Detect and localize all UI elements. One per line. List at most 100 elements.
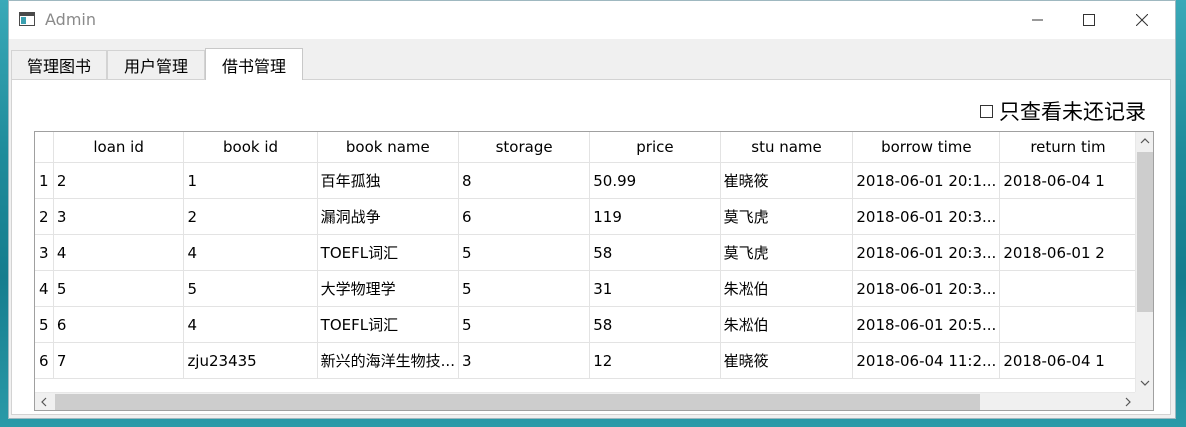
table-cell[interactable]: 朱凇伯 <box>720 306 854 343</box>
tab-label: 借书管理 <box>221 56 286 76</box>
table-cell[interactable]: 4 <box>183 306 318 343</box>
table-header-row: loan id book id book name storage price … <box>35 132 1137 163</box>
chevron-down-icon <box>1140 380 1150 386</box>
table-cell[interactable]: 4 <box>53 234 185 271</box>
checkbox-box[interactable] <box>980 104 993 118</box>
table-viewport: loan id book id book name storage price … <box>35 132 1137 392</box>
table-cell[interactable]: zju23435 <box>183 342 318 379</box>
vertical-scroll-thumb[interactable] <box>1137 152 1153 312</box>
table-cell[interactable]: 5 <box>458 306 591 343</box>
table-row[interactable]: 3 4 4 TOEFL词汇 5 58 莫飞虎 2018-06-01 20:3..… <box>35 234 1137 271</box>
table-cell[interactable]: 朱凇伯 <box>720 270 854 307</box>
table-cell[interactable]: 5 <box>458 234 591 271</box>
table-cell[interactable]: 58 <box>589 234 721 271</box>
row-header[interactable]: 5 <box>35 306 54 343</box>
column-header[interactable]: book name <box>317 132 459 163</box>
tab-loan-management[interactable]: 借书管理 <box>205 48 303 80</box>
table-cell[interactable] <box>999 198 1137 235</box>
table-cell[interactable]: 7 <box>53 342 185 379</box>
chevron-up-icon <box>1140 138 1150 144</box>
table-cell[interactable]: 2018-06-01 20:3... <box>852 198 1001 235</box>
table-cell[interactable]: TOEFL词汇 <box>317 234 459 271</box>
title-bar[interactable]: Admin <box>9 1 1175 39</box>
table-cell[interactable]: 2 <box>183 198 318 235</box>
table-cell[interactable]: TOEFL词汇 <box>317 306 459 343</box>
table-cell[interactable]: 50.99 <box>589 162 721 199</box>
vertical-scrollbar[interactable] <box>1135 132 1153 392</box>
table-cell[interactable]: 2 <box>53 162 185 199</box>
table-cell[interactable]: 莫飞虎 <box>720 234 854 271</box>
row-header[interactable]: 1 <box>35 162 54 199</box>
row-header[interactable]: 3 <box>35 234 54 271</box>
horizontal-scroll-thumb[interactable] <box>55 394 980 410</box>
close-button[interactable] <box>1119 1 1165 39</box>
row-header[interactable]: 4 <box>35 270 54 307</box>
scroll-up-button[interactable] <box>1136 132 1153 150</box>
table-cell[interactable]: 5 <box>53 270 185 307</box>
table-cell[interactable]: 119 <box>589 198 721 235</box>
table-cell[interactable]: 6 <box>458 198 591 235</box>
admin-window: Admin 管理图书 用户管理 借书管理 只查看未还记录 loan id boo… <box>8 0 1176 419</box>
row-header[interactable]: 2 <box>35 198 54 235</box>
table-cell[interactable]: 2018-06-01 20:5... <box>852 306 1001 343</box>
table-cell[interactable] <box>999 306 1137 343</box>
tab-manage-books[interactable]: 管理图书 <box>11 50 107 79</box>
table-cell[interactable]: 3 <box>458 342 591 379</box>
table-cell[interactable]: 6 <box>53 306 185 343</box>
table-corner[interactable] <box>35 132 54 163</box>
loan-management-panel: 只查看未还记录 loan id book id book name storag… <box>11 79 1171 415</box>
table-row[interactable]: 5 6 4 TOEFL词汇 5 58 朱凇伯 2018-06-01 20:5..… <box>35 306 1137 343</box>
table-cell[interactable]: 2018-06-01 20:3... <box>852 234 1001 271</box>
tab-label: 用户管理 <box>123 57 188 76</box>
window-title: Admin <box>45 10 96 29</box>
table-cell[interactable]: 莫飞虎 <box>720 198 854 235</box>
column-header[interactable]: storage <box>458 132 591 163</box>
table-row[interactable]: 4 5 5 大学物理学 5 31 朱凇伯 2018-06-01 20:3... <box>35 270 1137 307</box>
unreturned-only-checkbox[interactable]: 只查看未还记录 <box>980 96 1146 126</box>
table-row[interactable]: 6 7 zju23435 新兴的海洋生物技... 3 12 崔晓筱 2018-0… <box>35 342 1137 379</box>
table-cell[interactable]: 4 <box>183 234 318 271</box>
maximize-button[interactable] <box>1066 1 1112 39</box>
column-header[interactable]: book id <box>183 132 318 163</box>
table-cell[interactable]: 58 <box>589 306 721 343</box>
minimize-icon <box>1032 19 1043 21</box>
scroll-left-button[interactable] <box>35 393 53 410</box>
table-cell[interactable]: 12 <box>589 342 721 379</box>
table-row[interactable]: 2 3 2 漏洞战争 6 119 莫飞虎 2018-06-01 20:3... <box>35 198 1137 235</box>
table-cell[interactable]: 2018-06-04 1 <box>999 342 1137 379</box>
horizontal-scrollbar[interactable] <box>35 392 1137 410</box>
scroll-down-button[interactable] <box>1136 374 1153 392</box>
column-header[interactable]: loan id <box>53 132 185 163</box>
loan-table: loan id book id book name storage price … <box>34 131 1154 411</box>
maximize-icon <box>1083 14 1095 26</box>
table-cell[interactable]: 崔晓筱 <box>720 342 854 379</box>
tab-label: 管理图书 <box>26 57 91 76</box>
table-cell[interactable]: 大学物理学 <box>317 270 459 307</box>
chevron-left-icon <box>41 397 47 407</box>
table-cell[interactable]: 2018-06-04 11:2... <box>852 342 1001 379</box>
table-cell[interactable]: 2018-06-01 2 <box>999 234 1137 271</box>
table-cell[interactable]: 8 <box>458 162 591 199</box>
table-cell[interactable]: 1 <box>183 162 318 199</box>
table-cell[interactable]: 5 <box>458 270 591 307</box>
table-cell[interactable]: 2018-06-01 20:1... <box>852 162 1001 199</box>
table-cell[interactable]: 漏洞战争 <box>317 198 459 235</box>
row-header[interactable]: 6 <box>35 342 54 379</box>
tab-user-management[interactable]: 用户管理 <box>107 50 205 79</box>
table-cell[interactable]: 百年孤独 <box>317 162 459 199</box>
table-cell[interactable]: 崔晓筱 <box>720 162 854 199</box>
column-header[interactable]: return tim <box>999 132 1137 163</box>
table-row[interactable]: 1 2 1 百年孤独 8 50.99 崔晓筱 2018-06-01 20:1..… <box>35 162 1137 199</box>
table-cell[interactable] <box>999 270 1137 307</box>
column-header[interactable]: price <box>589 132 721 163</box>
table-cell[interactable]: 2018-06-04 1 <box>999 162 1137 199</box>
column-header[interactable]: stu name <box>720 132 854 163</box>
table-cell[interactable]: 3 <box>53 198 185 235</box>
column-header[interactable]: borrow time <box>852 132 1001 163</box>
window-app-icon <box>19 12 35 26</box>
table-cell[interactable]: 31 <box>589 270 721 307</box>
minimize-button[interactable] <box>1015 1 1061 39</box>
table-cell[interactable]: 2018-06-01 20:3... <box>852 270 1001 307</box>
table-cell[interactable]: 新兴的海洋生物技... <box>317 342 459 379</box>
table-cell[interactable]: 5 <box>183 270 318 307</box>
